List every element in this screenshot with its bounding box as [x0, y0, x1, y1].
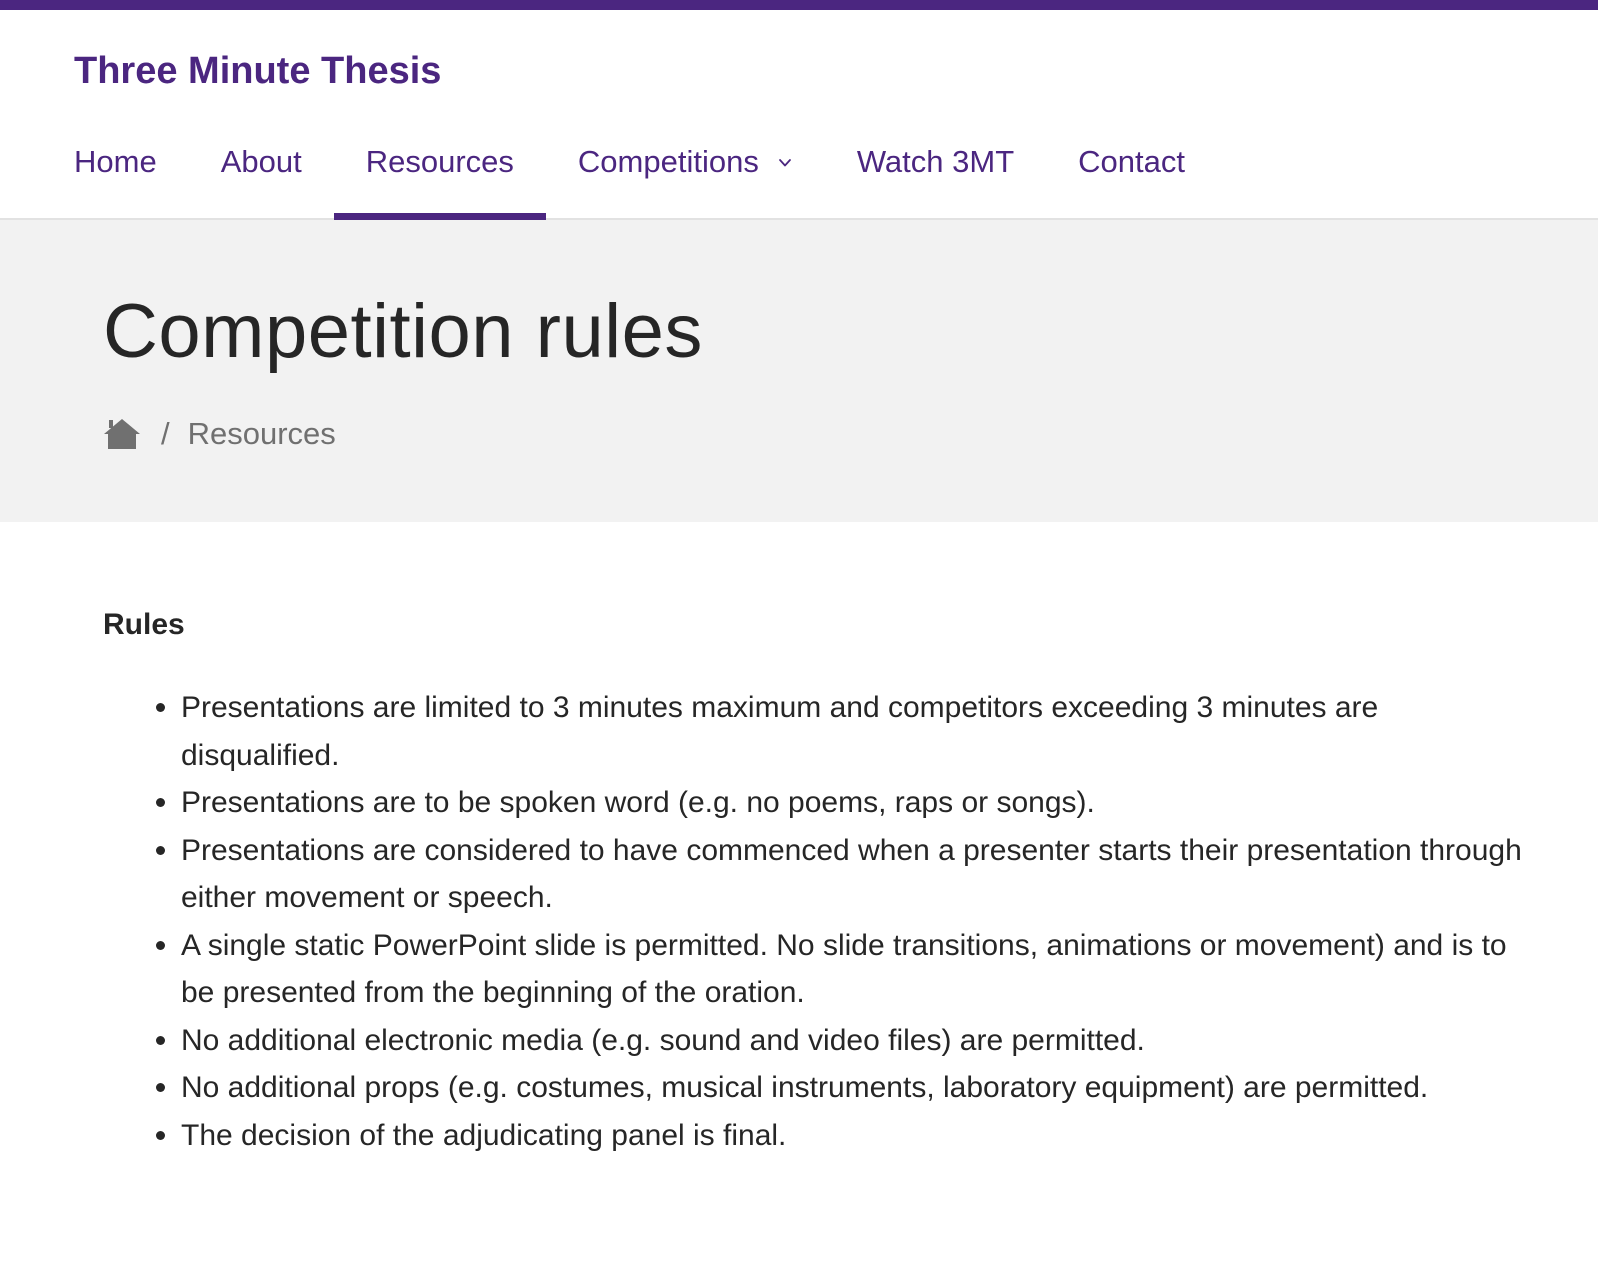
list-item: The decision of the adjudicating panel i…	[103, 1112, 1543, 1160]
page-title: Competition rules	[103, 289, 703, 374]
list-item: Presentations are limited to 3 minutes m…	[103, 684, 1543, 779]
main-navigation: Home About Resources Competitions Watch …	[74, 128, 1185, 222]
page-hero: Competition rules / Resources	[0, 220, 1598, 522]
nav-item-competitions-label: Competitions	[577, 144, 759, 179]
list-item: No additional props (e.g. costumes, musi…	[103, 1064, 1543, 1112]
breadcrumb-resources-link[interactable]: Resources	[188, 416, 336, 452]
nav-item-home[interactable]: Home	[74, 128, 157, 220]
list-item: No additional electronic media (e.g. sou…	[103, 1017, 1543, 1065]
nav-item-contact[interactable]: Contact	[1078, 128, 1185, 220]
nav-item-about[interactable]: About	[221, 128, 302, 220]
chevron-down-icon	[778, 159, 791, 167]
top-accent-bar	[0, 0, 1598, 10]
list-item: Presentations are to be spoken word (e.g…	[103, 779, 1543, 827]
site-header: Three Minute Thesis Home About Resources…	[0, 10, 1598, 222]
rules-heading: Rules	[103, 608, 185, 641]
list-item: A single static PowerPoint slide is perm…	[103, 922, 1543, 1017]
main-content: Rules Presentations are limited to 3 min…	[0, 522, 1598, 1159]
nav-item-competitions[interactable]: Competitions	[578, 128, 793, 220]
nav-item-resources[interactable]: Resources	[333, 128, 547, 222]
list-item: Presentations are considered to have com…	[103, 827, 1543, 922]
site-title-link[interactable]: Three Minute Thesis	[74, 50, 441, 93]
breadcrumb-separator: /	[161, 416, 170, 451]
rules-list: Presentations are limited to 3 minutes m…	[103, 684, 1543, 1159]
nav-item-watch-3mt[interactable]: Watch 3MT	[857, 128, 1014, 220]
home-icon[interactable]	[103, 417, 141, 451]
breadcrumb: / Resources	[103, 416, 336, 452]
